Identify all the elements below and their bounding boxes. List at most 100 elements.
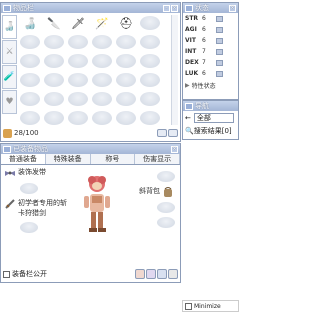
empty-slot[interactable]: [157, 202, 175, 213]
inventory-slot[interactable]: [20, 92, 40, 106]
stat-up-button[interactable]: [216, 70, 223, 77]
tab-titles[interactable]: 称号: [90, 154, 136, 164]
tab-items[interactable]: 🍶: [2, 15, 17, 39]
minimize-label: Minimize: [194, 302, 221, 310]
tab-equipment[interactable]: ⚔: [2, 40, 17, 64]
inventory-slot[interactable]: [44, 73, 64, 87]
tab-favorites[interactable]: ♥: [2, 90, 17, 114]
inventory-slot[interactable]: [20, 73, 40, 87]
tab-normal-equip[interactable]: 普通装备: [1, 154, 46, 164]
nav-result-row: 🔍 搜索结果[0]: [183, 124, 238, 137]
inventory-slot[interactable]: [116, 92, 136, 106]
settings-icon[interactable]: [168, 269, 178, 279]
inventory-slot[interactable]: [140, 92, 160, 106]
minimize-checkbox[interactable]: [185, 302, 192, 310]
inventory-slot[interactable]: [20, 54, 40, 68]
inventory-slot[interactable]: [140, 16, 160, 30]
inventory-slot[interactable]: [44, 35, 64, 49]
stat-row-dex: DEX 7: [183, 57, 238, 68]
stat-name: AGI: [185, 26, 197, 33]
sort-icon[interactable]: [157, 129, 167, 137]
rotate-left-icon[interactable]: [135, 269, 145, 279]
inventory-slot[interactable]: [92, 54, 112, 68]
knife-item[interactable]: 🔪: [44, 16, 64, 30]
equip-slot-headgear[interactable]: 装饰发带: [4, 167, 68, 179]
back-arrow-icon[interactable]: ←: [185, 114, 191, 122]
inventory-slot[interactable]: [68, 35, 88, 49]
nav-category-select[interactable]: 全部: [193, 112, 234, 123]
inventory-slot[interactable]: [116, 54, 136, 68]
stat-up-button[interactable]: [216, 48, 223, 55]
stat-name: INT: [185, 48, 197, 55]
ribbon-icon: [5, 171, 15, 176]
inventory-slot[interactable]: [140, 54, 160, 68]
inventory-scrollbar[interactable]: [171, 15, 178, 125]
potion-item[interactable]: 🍶: [20, 16, 40, 30]
minimize-icon[interactable]: –: [163, 4, 170, 12]
nav-filter-row: ← 全部: [183, 111, 238, 124]
inventory-slot[interactable]: [68, 111, 88, 125]
inventory-slot[interactable]: [68, 73, 88, 87]
inventory-slot[interactable]: [92, 73, 112, 87]
empty-slot[interactable]: [157, 217, 175, 228]
inventory-slot[interactable]: [140, 73, 160, 87]
inventory-slot[interactable]: [44, 92, 64, 106]
filter-icon[interactable]: [168, 129, 178, 137]
empty-slot[interactable]: [157, 171, 175, 182]
inventory-slot[interactable]: [44, 54, 64, 68]
inventory-slot[interactable]: [140, 111, 160, 125]
inventory-slot[interactable]: [116, 35, 136, 49]
stat-name: VIT: [185, 37, 196, 44]
empty-slot[interactable]: [20, 222, 38, 233]
empty-slot[interactable]: [20, 183, 38, 194]
equip-slot-weapon[interactable]: 初学者专用的斩卡狩猎剑: [4, 198, 68, 218]
equipment-titlebar[interactable]: 已装备物品 ×: [1, 144, 180, 154]
inventory-slot[interactable]: [20, 111, 40, 125]
close-icon[interactable]: ×: [229, 4, 236, 12]
stats-titlebar[interactable]: 状态 ×: [183, 3, 238, 13]
inventory-slot[interactable]: [92, 35, 112, 49]
stat-value: 6: [202, 70, 206, 77]
stat-value: 6: [202, 26, 206, 33]
inventory-slot[interactable]: [68, 54, 88, 68]
inventory-slot[interactable]: [140, 35, 160, 49]
tab-damage-display[interactable]: 伤害显示: [135, 154, 180, 164]
inventory-slot[interactable]: [68, 92, 88, 106]
public-checkbox[interactable]: [3, 270, 10, 278]
tab-etc[interactable]: 🧪: [2, 65, 17, 89]
equipment-left-slots: 装饰发带 初学者专用的斩卡狩猎剑: [4, 167, 68, 237]
helmet-item[interactable]: ⛑: [116, 16, 136, 30]
nav-icon: [185, 102, 193, 110]
stat-up-button[interactable]: [216, 26, 223, 33]
bag-icon: [164, 187, 172, 197]
inventory-slot[interactable]: [92, 111, 112, 125]
tab-special-equip[interactable]: 特殊装备: [45, 154, 91, 164]
stat-up-button[interactable]: [216, 37, 223, 44]
inventory-slot[interactable]: [44, 111, 64, 125]
rotate-right-icon[interactable]: [146, 269, 156, 279]
search-icon: 🔍: [185, 126, 194, 135]
inventory-slot[interactable]: [92, 92, 112, 106]
minimize-toggle[interactable]: Minimize: [182, 300, 239, 312]
close-icon[interactable]: ×: [171, 145, 178, 153]
nav-titlebar[interactable]: 导航: [183, 101, 238, 111]
stat-up-button[interactable]: [216, 15, 223, 22]
equip-slot-garment[interactable]: 斜背包: [139, 186, 179, 198]
triangle-right-icon: ▶: [185, 82, 190, 89]
inventory-slot[interactable]: [20, 35, 40, 49]
stat-up-button[interactable]: [216, 59, 223, 66]
staff-item[interactable]: 🪄: [92, 16, 112, 30]
trait-status-toggle[interactable]: ▶ 特性状态: [183, 81, 238, 90]
equip-slot-label: 斜背包: [139, 187, 160, 195]
close-icon[interactable]: ×: [171, 4, 178, 12]
inventory-slot[interactable]: [116, 111, 136, 125]
stat-name: DEX: [185, 59, 199, 66]
inventory-titlebar[interactable]: 物品栏 – ×: [1, 3, 180, 13]
refresh-icon[interactable]: [157, 269, 167, 279]
sword-item[interactable]: 🗡: [68, 16, 88, 30]
nav-result-text: 搜索结果[0]: [193, 126, 232, 135]
equipment-icon: [3, 145, 11, 153]
inventory-slot[interactable]: [116, 73, 136, 87]
bag-icon: [3, 128, 12, 138]
stat-row-agi: AGI 6: [183, 24, 238, 35]
